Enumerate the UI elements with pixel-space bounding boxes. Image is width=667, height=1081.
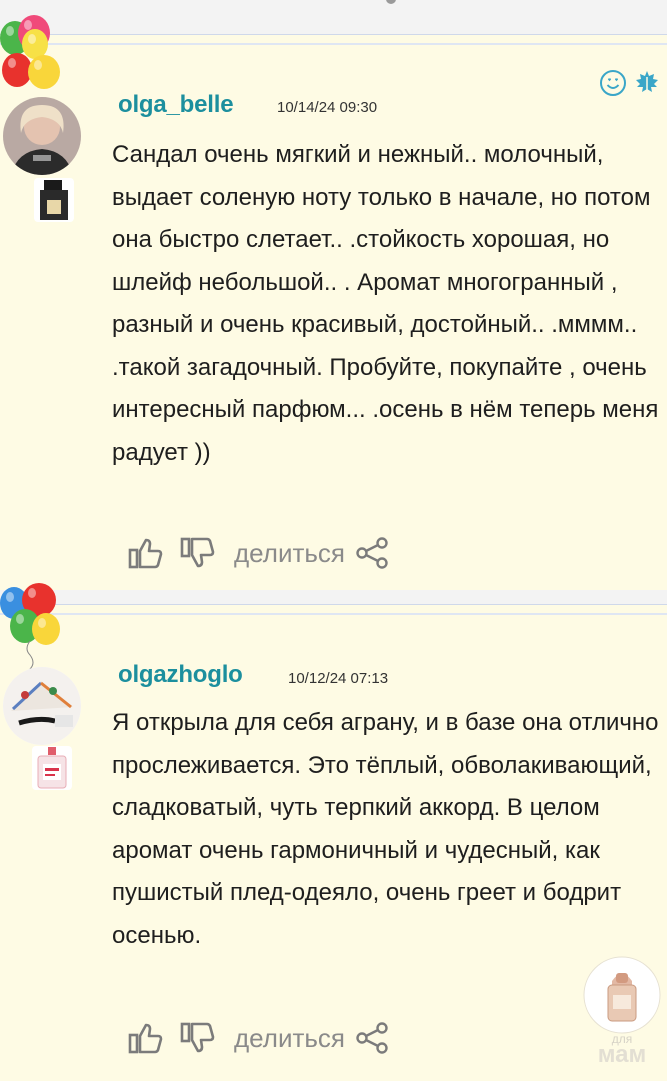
review-username[interactable]: olga_belle <box>118 91 234 119</box>
scroll-indicator <box>386 0 396 4</box>
review-card: olga_belle 10/14/24 09:30 Сандал очень м… <box>0 15 667 590</box>
review-username[interactable]: olgazhoglo <box>118 661 243 689</box>
review-card: olgazhoglo 10/12/24 07:13 Я открыла для … <box>0 583 667 1081</box>
thumbs-down-icon[interactable] <box>180 1020 216 1056</box>
perfume-thumbnail[interactable] <box>34 178 74 222</box>
user-avatar[interactable] <box>3 667 81 745</box>
share-button-label[interactable]: делиться <box>234 538 345 569</box>
site-watermark-logo: для мам <box>578 955 664 1068</box>
review-datetime: 10/14/24 09:30 <box>277 99 378 116</box>
perfume-thumbnail[interactable] <box>32 746 72 790</box>
balloons-decoration <box>0 583 70 681</box>
share-icon[interactable] <box>355 536 389 570</box>
review-datetime: 10/12/24 07:13 <box>288 670 389 687</box>
autumn-leaf-icon[interactable] <box>633 69 661 97</box>
smile-heart-eyes-icon[interactable] <box>599 69 627 97</box>
review-actions: делиться <box>128 533 389 573</box>
share-icon[interactable] <box>355 1021 389 1055</box>
thumbs-up-icon[interactable] <box>128 1020 164 1056</box>
thumbs-up-icon[interactable] <box>128 535 164 571</box>
review-badges <box>599 69 661 97</box>
review-text: Сандал очень мягкий и нежный.. молочный,… <box>112 141 659 466</box>
user-avatar[interactable] <box>3 97 81 175</box>
review-text: Я открыла для себя аграну, и в базе она … <box>112 709 659 949</box>
balloons-decoration <box>0 15 70 105</box>
watermark-line2: мам <box>598 1041 647 1065</box>
review-actions: делиться <box>128 1018 389 1058</box>
thumbs-down-icon[interactable] <box>180 535 216 571</box>
share-button-label[interactable]: делиться <box>234 1023 345 1054</box>
top-strip <box>0 0 667 30</box>
